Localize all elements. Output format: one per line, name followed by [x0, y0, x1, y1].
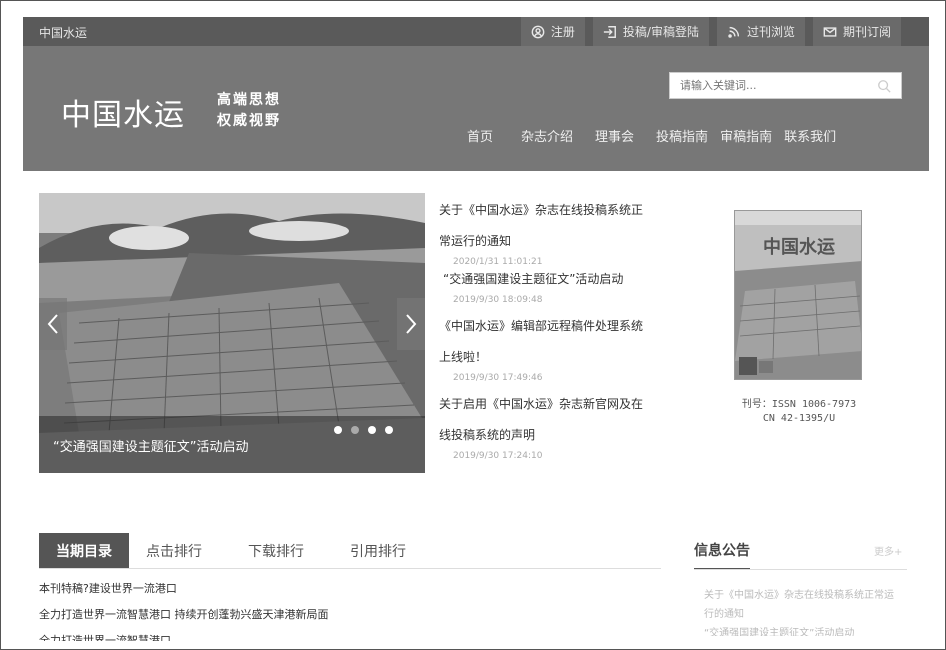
- article-item[interactable]: 全力打造世界一流智慧港口 持续开创蓬勃兴盛天津港新局面: [39, 607, 649, 623]
- search-box: [669, 72, 902, 99]
- news-date: 2020/1/31 11:01:21: [453, 257, 543, 267]
- tab-current-issue[interactable]: 当期目录: [39, 533, 129, 568]
- tab-most-downloaded[interactable]: 下载排行: [231, 533, 321, 568]
- article-item[interactable]: 本刊特稿?建设世界一流港口: [39, 581, 649, 597]
- carousel-dot-2[interactable]: [351, 426, 359, 434]
- past-issues-label: 过刊浏览: [746, 25, 795, 39]
- subscribe-label: 期刊订阅: [842, 25, 891, 39]
- news-date: 2019/9/30 17:24:10: [453, 451, 543, 461]
- news-title[interactable]: 关于《中国水运》杂志在线投稿系统正常运行的通知: [439, 195, 653, 257]
- article-item[interactable]: 全力打造世界一流智慧港口: [39, 633, 649, 641]
- search-icon[interactable]: [877, 79, 891, 93]
- news-title[interactable]: 《中国水运》编辑部远程稿件处理系统上线啦！: [439, 311, 653, 373]
- notice-title: 信息公告: [694, 540, 750, 570]
- tab-divider: [39, 568, 661, 569]
- slogan-line-1: 高端思想: [217, 92, 281, 108]
- cn-line: CN 42-1395/U: [762, 413, 836, 424]
- carousel-dot-1[interactable]: [334, 426, 342, 434]
- carousel-dot-3[interactable]: [368, 426, 376, 434]
- nav-about-magazine[interactable]: 杂志介绍: [521, 126, 573, 145]
- news-title[interactable]: “交通强国建设主题征文”活动启动: [439, 271, 653, 287]
- site-name: 中国水运: [39, 26, 88, 40]
- nav-home[interactable]: 首页: [467, 126, 493, 145]
- register-button[interactable]: 注册: [520, 17, 585, 46]
- nav-author-guide[interactable]: 投稿指南: [656, 126, 708, 145]
- login-label: 投稿/审稿登陆: [622, 25, 699, 39]
- main-nav: 首页 杂志介绍 理事会 投稿指南 审稿指南 联系我们: [467, 126, 858, 145]
- page: 中国水运 注册 投稿/审稿登陆 过刊浏览 期刊订阅 中国水运 高端思想 权威视野…: [0, 0, 946, 650]
- nav-contact[interactable]: 联系我们: [784, 126, 836, 145]
- chevron-right-icon: [406, 314, 417, 334]
- rss-icon: [728, 26, 740, 38]
- user-circle-icon: [531, 25, 545, 38]
- login-icon: [603, 25, 616, 38]
- site-logo[interactable]: 中国水运: [61, 90, 185, 134]
- nav-council[interactable]: 理事会: [595, 126, 634, 145]
- register-label: 注册: [550, 25, 575, 39]
- past-issues-button[interactable]: 过刊浏览: [716, 17, 805, 46]
- subscribe-button[interactable]: 期刊订阅: [812, 17, 901, 46]
- journal-cover[interactable]: 中国水运: [734, 210, 862, 380]
- slogan: 高端思想 权威视野: [217, 90, 281, 132]
- notice-item[interactable]: 关于《中国水运》杂志在线投稿系统正常运行的通知: [704, 586, 896, 624]
- notice-more-link[interactable]: 更多+: [874, 543, 902, 558]
- list-item: 《中国水运》编辑部远程稿件处理系统上线啦！ 2019/9/30 17:49:46: [439, 311, 653, 385]
- notice-list: 关于《中国水运》杂志在线投稿系统正常运行的通知 “交通强国建设主题征文”活动启动: [704, 586, 896, 636]
- news-list: 关于《中国水运》杂志在线投稿系统正常运行的通知 2020/1/31 11:01:…: [439, 195, 653, 467]
- news-date: 2019/9/30 17:49:46: [453, 373, 543, 383]
- carousel-next-button[interactable]: [397, 298, 425, 350]
- chevron-left-icon: [47, 314, 58, 334]
- search-input[interactable]: [670, 73, 870, 98]
- top-nav: 注册 投稿/审稿登陆 过刊浏览 期刊订阅: [520, 17, 901, 46]
- login-button[interactable]: 投稿/审稿登陆: [592, 17, 709, 46]
- tab-most-clicked[interactable]: 点击排行: [129, 533, 219, 568]
- journal-cover-title: 中国水运: [763, 237, 835, 258]
- news-title[interactable]: 关于启用《中国水运》杂志新官网及在线投稿系统的声明: [439, 389, 653, 451]
- carousel-dot-4[interactable]: [385, 426, 393, 434]
- list-item: “交通强国建设主题征文”活动启动 2019/9/30 18:09:48: [439, 271, 653, 307]
- carousel-caption-text: “交通强国建设主题征文”活动启动: [53, 440, 249, 455]
- news-date: 2019/9/30 18:09:48: [453, 295, 543, 305]
- tab-most-cited[interactable]: 引用排行: [333, 533, 423, 568]
- carousel-prev-button[interactable]: [39, 298, 67, 350]
- journal-issn: 刊号：ISSN 1006-7973 CN 42-1395/U: [701, 398, 897, 426]
- header: 中国水运 高端思想 权威视野 首页 杂志介绍 理事会 投稿指南 审稿指南 联系我…: [23, 46, 929, 171]
- carousel-caption[interactable]: “交通强国建设主题征文”活动启动: [39, 416, 425, 473]
- image-carousel[interactable]: “交通强国建设主题征文”活动启动: [39, 193, 425, 473]
- notice-item[interactable]: “交通强国建设主题征文”活动启动: [704, 624, 896, 636]
- list-item: 关于启用《中国水运》杂志新官网及在线投稿系统的声明 2019/9/30 17:2…: [439, 389, 653, 463]
- issn-line: 刊号：ISSN 1006-7973: [741, 399, 857, 410]
- top-bar: 中国水运 注册 投稿/审稿登陆 过刊浏览 期刊订阅: [23, 17, 929, 46]
- envelope-icon: [823, 26, 837, 37]
- slogan-line-2: 权威视野: [217, 113, 281, 129]
- carousel-dots: [334, 426, 393, 434]
- article-tabs: 当期目录 点击排行 下载排行 引用排行: [39, 533, 435, 568]
- nav-reviewer-guide[interactable]: 审稿指南: [720, 126, 772, 145]
- notice-divider: [694, 569, 907, 570]
- list-item: 关于《中国水运》杂志在线投稿系统正常运行的通知 2020/1/31 11:01:…: [439, 195, 653, 269]
- article-list: 本刊特稿?建设世界一流港口 全力打造世界一流智慧港口 持续开创蓬勃兴盛天津港新局…: [39, 581, 649, 649]
